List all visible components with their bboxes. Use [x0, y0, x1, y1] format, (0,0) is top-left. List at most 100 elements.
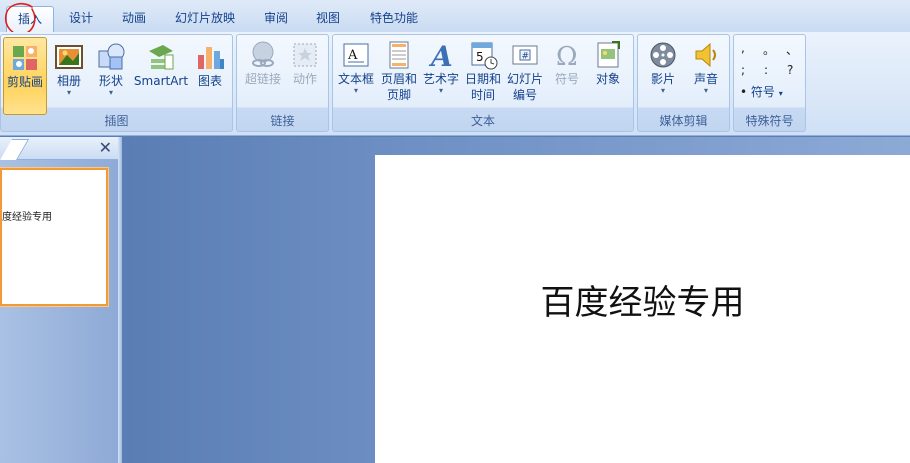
wordart-icon: A [428, 40, 453, 71]
chart-icon [198, 47, 224, 69]
group-text: A 文本框 ▾ 页眉和 页脚 A 艺术字 ▾ 5 日期和 时间 # 幻灯片 编号… [332, 34, 634, 132]
textbox-button[interactable]: A 文本框 ▾ [337, 39, 375, 95]
slide-number-icon: # [512, 45, 538, 65]
photo-album-label: 相册 [56, 74, 81, 88]
hyperlink-label: 超链接 [244, 72, 281, 86]
group-special-symbols: , 。 、 ; : ? • 符号 ▾ 特殊符号 [733, 34, 806, 132]
header-footer-label-1: 页眉和 [380, 72, 417, 86]
hyperlink-icon [252, 41, 274, 67]
slide-number-button[interactable]: # 幻灯片 编号 [505, 39, 545, 103]
date-time-button[interactable]: 5 日期和 时间 [463, 39, 503, 103]
tab-review[interactable]: 审阅 [264, 9, 288, 26]
photo-album-button[interactable]: 相册 ▾ [51, 41, 87, 97]
photo-album-dropdown-icon: ▾ [66, 88, 71, 97]
tab-insert[interactable]: 插入 [6, 6, 54, 33]
symbol-period[interactable]: 。 [763, 41, 775, 58]
header-footer-label-2: 页脚 [386, 88, 411, 102]
sound-button[interactable]: 声音 ▾ [686, 39, 726, 95]
slides-tab[interactable] [0, 139, 30, 160]
textbox-dropdown-icon: ▾ [353, 86, 358, 95]
slide-number-label-1: 幻灯片 [506, 72, 543, 86]
header-footer-icon [389, 41, 409, 69]
group-links-label: 链接 [270, 114, 295, 128]
shapes-icon [98, 43, 125, 70]
svg-text:#: # [522, 52, 530, 62]
shapes-button[interactable]: 形状 ▾ [94, 41, 128, 97]
sound-dropdown-icon: ▾ [703, 86, 708, 95]
group-illustrations: 剪贴画 相册 ▾ 形状 ▾ SmartArt 图表 插图 [0, 34, 233, 132]
tab-animation[interactable]: 动画 [122, 9, 146, 26]
textbox-label: 文本框 [337, 72, 374, 86]
smartart-button[interactable]: SmartArt [133, 41, 189, 89]
bullet-icon: • [740, 85, 748, 99]
tab-view[interactable]: 视图 [316, 9, 340, 26]
slides-panel: ✕ 度经验专用 [0, 137, 118, 463]
tab-design[interactable]: 设计 [69, 9, 93, 26]
object-icon [597, 41, 620, 68]
slides-panel-header: ✕ [0, 137, 118, 160]
chart-label: 图表 [197, 74, 222, 88]
special-symbol-dropdown-icon: ▾ [778, 89, 783, 98]
object-button[interactable]: 对象 [589, 39, 627, 87]
slide-number-label-2: 编号 [512, 88, 537, 102]
tab-slideshow[interactable]: 幻灯片放映 [175, 9, 235, 26]
clipart-button[interactable]: 剪贴画 [3, 37, 47, 115]
photo-album-icon [55, 45, 83, 69]
svg-text:A: A [428, 40, 453, 71]
film-reel-icon [650, 42, 676, 68]
date-time-icon: 5 [471, 42, 498, 70]
group-media-label: 媒体剪辑 [659, 114, 708, 128]
action-button[interactable]: 动作 [287, 39, 323, 87]
symbol-colon[interactable]: : [764, 63, 768, 77]
wordart-label: 艺术字 [422, 72, 459, 86]
svg-text:A: A [347, 48, 358, 63]
special-symbol-button[interactable]: • 符号 ▾ [740, 83, 800, 100]
slide-title-text[interactable]: 百度经验专用 [375, 275, 910, 324]
smartart-label: SmartArt [133, 74, 189, 88]
shapes-label: 形状 [98, 74, 123, 88]
sound-label: 声音 [693, 72, 718, 86]
svg-text:5: 5 [476, 50, 484, 64]
movie-button[interactable]: 影片 ▾ [642, 39, 684, 95]
symbol-semicolon[interactable]: ; [741, 63, 745, 77]
group-special-symbols-label: 特殊符号 [745, 114, 794, 128]
action-icon [293, 43, 317, 67]
svg-text:Ω: Ω [556, 42, 578, 71]
clipart-icon [13, 46, 37, 70]
group-media: 影片 ▾ 声音 ▾ 媒体剪辑 [637, 34, 730, 132]
tab-special-features[interactable]: 特色功能 [370, 9, 418, 26]
textbox-icon: A [343, 43, 369, 67]
symbol-enum-comma[interactable]: 、 [786, 41, 798, 58]
movie-label: 影片 [650, 72, 675, 86]
shapes-dropdown-icon: ▾ [108, 88, 113, 97]
speaker-icon [695, 42, 716, 68]
action-label: 动作 [292, 72, 317, 86]
symbol-label: 符号 [554, 72, 579, 86]
smartart-icon [149, 45, 174, 70]
header-footer-button[interactable]: 页眉和 页脚 [379, 39, 419, 103]
object-label: 对象 [595, 72, 620, 86]
slide-thumbnail-text: 度经验专用 [2, 212, 52, 223]
omega-icon: Ω [556, 42, 578, 71]
date-time-label-2: 时间 [470, 88, 495, 102]
clipart-label: 剪贴画 [6, 75, 43, 89]
symbol-question[interactable]: ? [787, 63, 793, 77]
special-symbol-label: 符号 [750, 85, 775, 99]
wordart-dropdown-icon: ▾ [438, 86, 443, 95]
movie-dropdown-icon: ▾ [660, 86, 665, 95]
symbol-comma[interactable]: , [741, 41, 745, 55]
group-links: 超链接 动作 链接 [236, 34, 329, 132]
slide-canvas: 百度经验专用 [122, 137, 910, 463]
ribbon-tab-bar: 插入 设计 动画 幻灯片放映 审阅 视图 特色功能 [0, 0, 910, 33]
group-text-label: 文本 [470, 114, 495, 128]
date-time-label-1: 日期和 [464, 72, 501, 86]
close-icon[interactable]: ✕ [99, 137, 112, 159]
hyperlink-button[interactable]: 超链接 [241, 39, 285, 87]
ribbon: 剪贴画 相册 ▾ 形状 ▾ SmartArt 图表 插图 超链接 动作 链接 A… [0, 32, 910, 136]
wordart-button[interactable]: A 艺术字 ▾ [421, 39, 461, 95]
slide[interactable]: 百度经验专用 [375, 155, 910, 463]
slide-thumbnail[interactable]: 度经验专用 [0, 168, 108, 306]
symbol-button[interactable]: Ω 符号 [549, 39, 585, 87]
chart-button[interactable]: 图表 [193, 41, 227, 89]
group-illustrations-label: 插图 [104, 114, 129, 128]
